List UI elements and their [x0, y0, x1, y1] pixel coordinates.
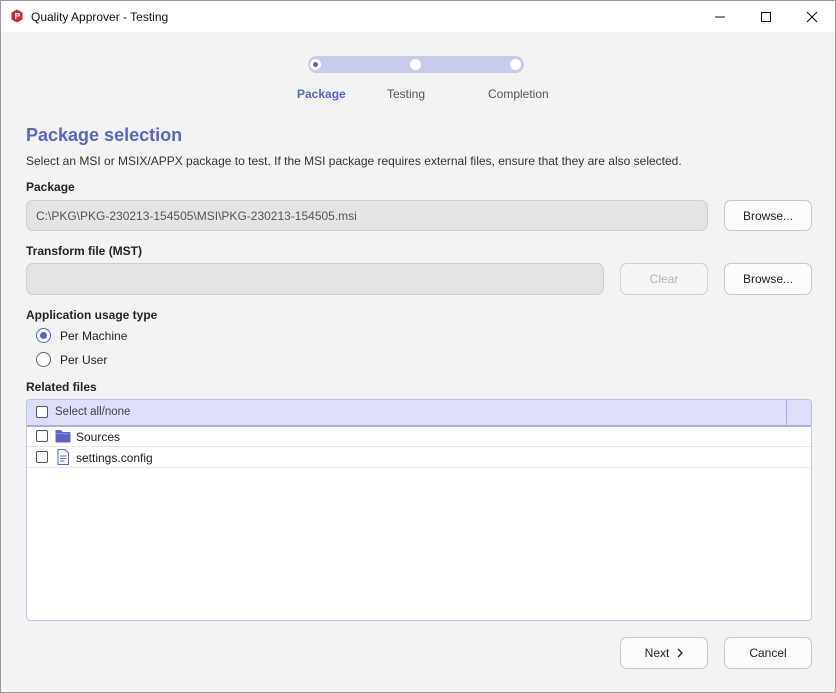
window-title: Quality Approver - Testing: [31, 10, 169, 24]
usage-type-label: Application usage type: [26, 308, 158, 322]
page-description: Select an MSI or MSIX/APPX package to te…: [26, 154, 682, 168]
radio-per-machine-label: Per Machine: [60, 328, 128, 343]
wizard-progress-track: [308, 56, 524, 73]
step-label-package: Package: [297, 87, 346, 101]
step-dot-completion: [510, 59, 521, 70]
minimize-icon: [715, 16, 725, 17]
close-icon: [806, 11, 818, 22]
close-button[interactable]: [789, 1, 835, 32]
transform-clear-button[interactable]: Clear: [620, 263, 708, 295]
select-all-label: Select all/none: [55, 406, 131, 418]
step-dot-package: [310, 59, 321, 70]
select-all-checkbox[interactable]: [36, 406, 48, 418]
step-label-completion: Completion: [488, 87, 549, 101]
next-button-label: Next: [644, 646, 670, 660]
list-header: Select all/none: [27, 400, 811, 427]
package-browse-button[interactable]: Browse...: [724, 200, 812, 231]
radio-per-user[interactable]: Per User: [36, 352, 107, 367]
title-bar: Quality Approver - Testing: [1, 1, 835, 32]
minimize-button[interactable]: [697, 1, 743, 32]
package-label: Package: [26, 180, 75, 194]
folder-icon: [55, 430, 71, 443]
transform-path-field[interactable]: [26, 263, 604, 295]
next-button[interactable]: Next: [620, 637, 708, 669]
item-name: Sources: [76, 430, 121, 444]
item-name: settings.config: [76, 451, 153, 465]
page-title: Package selection: [26, 125, 183, 145]
radio-per-user-indicator[interactable]: [36, 352, 51, 367]
header-column-divider: [786, 400, 787, 425]
cancel-button[interactable]: Cancel: [724, 637, 812, 669]
radio-per-machine[interactable]: Per Machine: [36, 328, 127, 343]
related-files-label: Related files: [26, 380, 97, 394]
step-dot-testing: [410, 59, 421, 70]
step-label-testing: Testing: [387, 87, 426, 101]
list-item[interactable]: settings.config: [27, 447, 811, 468]
package-path-field[interactable]: C:\PKG\PKG-230213-154505\MSI\PKG-230213-…: [26, 200, 708, 231]
transform-label: Transform file (MST): [26, 244, 143, 258]
list-item[interactable]: Sources: [27, 426, 811, 447]
radio-per-user-label: Per User: [60, 352, 108, 367]
related-files-list[interactable]: Select all/none Sources settings.config: [26, 399, 812, 621]
file-icon: [57, 449, 69, 465]
maximize-button[interactable]: [743, 1, 789, 32]
app-window: Quality Approver - Testing Package Testi…: [0, 0, 836, 693]
transform-browse-button[interactable]: Browse...: [724, 263, 812, 295]
radio-per-machine-indicator[interactable]: [36, 328, 51, 343]
chevron-right-icon: [677, 648, 684, 658]
item-checkbox[interactable]: [36, 430, 48, 442]
item-checkbox[interactable]: [36, 451, 48, 463]
app-logo-icon: [11, 9, 23, 23]
maximize-icon: [761, 11, 771, 22]
